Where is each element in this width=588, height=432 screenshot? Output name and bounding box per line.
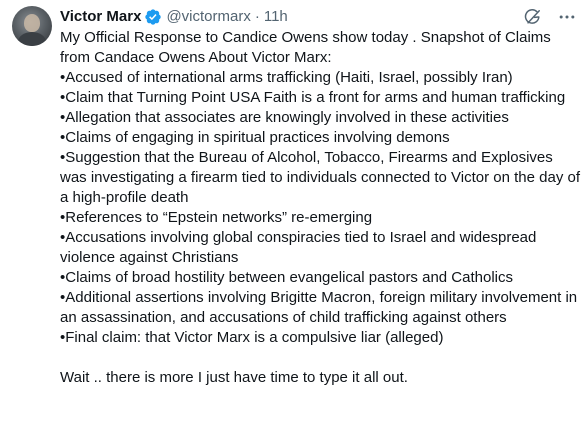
tweet-line-claim: •Claims of engaging in spiritual practic… xyxy=(60,129,450,146)
timestamp[interactable]: 11h xyxy=(264,7,288,27)
tweet-line-claim: •References to “Epstein networks” re-eme… xyxy=(60,209,373,226)
tweet-actions-top xyxy=(522,6,578,28)
tweet-text: My Official Response to Candice Owens sh… xyxy=(60,28,582,388)
tweet-line-claim: •Accusations involving global conspiraci… xyxy=(60,229,537,266)
tweet-line-claim: •Allegation that associates are knowingl… xyxy=(60,109,509,126)
tweet-card[interactable]: Victor Marx @victormarx · 11h My Officia… xyxy=(0,0,588,432)
tweet-line-claim: •Final claim: that Victor Marx is a comp… xyxy=(60,329,444,346)
verified-badge-icon xyxy=(144,8,162,26)
avatar[interactable] xyxy=(12,6,52,46)
separator-dot: · xyxy=(254,8,260,25)
tweet-line-closing: Wait .. there is more I just have time t… xyxy=(60,369,408,386)
tweet-line-claim: •Suggestion that the Bureau of Alcohol, … xyxy=(60,149,581,206)
tweet-line-intro: My Official Response to Candice Owens sh… xyxy=(60,29,551,66)
tweet-line-claim: •Claim that Turning Point USA Faith is a… xyxy=(60,89,566,106)
grok-icon[interactable] xyxy=(522,6,544,28)
tweet-line-claim: •Accused of international arms trafficki… xyxy=(60,69,513,86)
tweet-line-claim: •Additional assertions involving Brigitt… xyxy=(60,289,578,326)
tweet-line-claim: •Claims of broad hostility between evang… xyxy=(60,269,513,286)
tweet-header: Victor Marx @victormarx · 11h xyxy=(60,6,288,28)
author-name[interactable]: Victor Marx xyxy=(60,7,141,27)
author-handle[interactable]: @victormarx xyxy=(166,7,250,27)
more-options-icon[interactable] xyxy=(556,6,578,28)
